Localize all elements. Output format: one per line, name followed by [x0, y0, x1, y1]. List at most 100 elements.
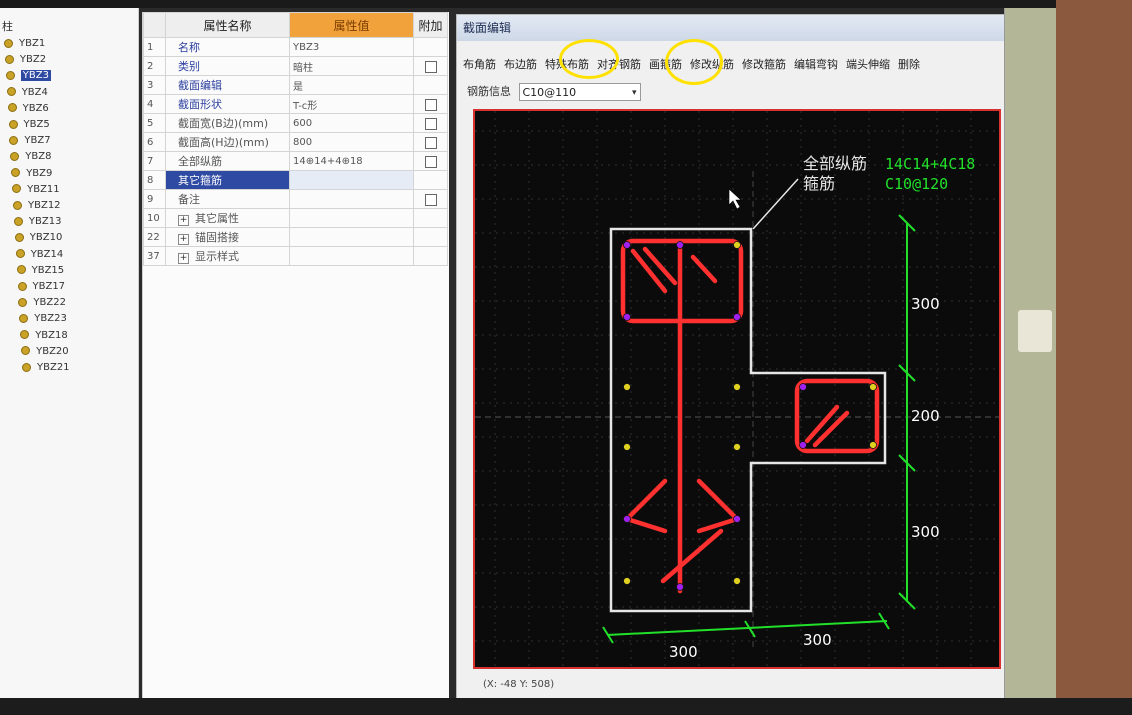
expand-plus-icon[interactable]: + — [178, 234, 189, 245]
tree-item[interactable]: YBZ20 — [21, 344, 69, 360]
property-add-cell[interactable] — [413, 246, 448, 266]
tree-item-label: YBZ14 — [30, 248, 64, 260]
property-row[interactable]: 2 类别 暗柱 — [143, 56, 448, 76]
property-add-cell[interactable] — [413, 37, 448, 57]
toolbar-button[interactable]: 修改箍筋 — [742, 53, 786, 77]
property-value-cell[interactable] — [289, 189, 414, 209]
column-component-icon — [6, 87, 16, 97]
component-tree[interactable]: 柱 YBZ1 YBZ2 YBZ3 YBZ4 YBZ6 YBZ5 YBZ7 YBZ8 YBZ9 YB… — [0, 8, 139, 698]
rebar-dot — [676, 241, 684, 249]
add-checkbox[interactable] — [424, 193, 437, 206]
rebar-dot — [623, 515, 631, 523]
tree-item[interactable]: YBZ13 — [13, 214, 61, 230]
tree-item[interactable]: YBZ21 — [22, 360, 70, 376]
toolbar-button[interactable]: 布边筋 — [504, 53, 537, 77]
dimension-label-right-top: 300 — [911, 295, 940, 313]
property-row[interactable]: 4 截面形状 T-c形 — [143, 94, 448, 114]
section-outline — [609, 227, 887, 613]
property-row[interactable]: 22 + 锚固搭接 — [143, 227, 448, 247]
tree-item[interactable]: YBZ10 — [14, 230, 62, 246]
property-value-cell[interactable]: 800 — [289, 132, 414, 152]
tree-item[interactable]: YBZ4 — [6, 85, 48, 101]
property-row[interactable]: 8 其它箍筋 — [143, 170, 448, 190]
column-component-icon — [17, 281, 27, 291]
property-add-cell[interactable] — [413, 94, 448, 114]
property-row[interactable]: 9 备注 — [143, 189, 448, 209]
property-value-cell[interactable] — [289, 246, 414, 266]
tree-item[interactable]: YBZ7 — [9, 133, 51, 149]
property-add-cell[interactable] — [413, 132, 448, 152]
column-component-icon — [4, 38, 13, 48]
column-component-icon — [15, 249, 25, 259]
property-value-cell[interactable] — [289, 227, 414, 247]
toolbar-button[interactable]: 布角筋 — [463, 53, 496, 77]
property-name: 类别 — [178, 60, 200, 73]
add-checkbox[interactable] — [424, 117, 437, 130]
rebar-dot — [623, 577, 631, 585]
rebar-info-select[interactable]: C10@110 ▾ — [518, 83, 641, 102]
tree-item[interactable]: YBZ11 — [12, 182, 60, 198]
property-row[interactable]: 5 截面宽(B边)(mm) 600 — [143, 113, 448, 133]
property-add-cell[interactable] — [413, 170, 448, 190]
property-value-cell[interactable] — [289, 208, 414, 228]
property-row[interactable]: 3 截面编辑 是 — [143, 75, 448, 95]
property-add-cell[interactable] — [413, 208, 448, 228]
property-name-cell: 截面编辑 — [165, 75, 290, 95]
section-drawing-canvas[interactable]: 全部纵筋 箍筋 14C14+4C18 C10@120 300 200 300 3… — [473, 109, 1001, 669]
property-value-cell[interactable]: YBZ3 — [289, 37, 414, 57]
property-row[interactable]: 37 + 显示样式 — [143, 246, 448, 266]
column-header-add: 附加 — [413, 12, 448, 38]
toolbar-button[interactable]: 删除 — [898, 53, 920, 77]
tree-item[interactable]: YBZ15 — [16, 263, 64, 279]
tree-item[interactable]: YBZ14 — [15, 247, 64, 263]
tree-item[interactable]: YBZ5 — [8, 117, 50, 133]
property-row-index: 6 — [143, 132, 166, 152]
sticker-icon — [1018, 310, 1052, 352]
column-component-icon — [20, 330, 30, 340]
property-value-cell[interactable]: T-c形 — [289, 94, 414, 114]
property-name: 截面高(H边)(mm) — [178, 136, 269, 149]
tree-item[interactable]: YBZ18 — [20, 328, 68, 344]
tree-item[interactable]: YBZ2 — [4, 52, 46, 68]
tree-item[interactable]: YBZ6 — [7, 101, 49, 117]
tree-item[interactable]: YBZ17 — [17, 279, 65, 295]
tree-item[interactable]: YBZ3 — [5, 68, 51, 84]
expand-plus-icon[interactable]: + — [178, 253, 189, 264]
add-checkbox[interactable] — [424, 98, 437, 111]
property-grid[interactable]: 属性名称 属性值 附加 1 名称 YBZ3 2 类别 暗柱 3 截面编辑是 4 截面形状 T-c形 5… — [142, 12, 449, 698]
property-value-cell[interactable]: 600 — [289, 113, 414, 133]
tree-item[interactable]: YBZ23 — [19, 311, 67, 327]
tree-item[interactable]: YBZ22 — [18, 295, 66, 311]
property-row[interactable]: 10 + 其它属性 — [143, 208, 448, 228]
column-component-icon — [21, 346, 31, 356]
property-value-cell[interactable]: 14⊕14+4⊕18 — [289, 151, 414, 171]
tree-item-label: YBZ5 — [23, 119, 50, 130]
property-add-cell[interactable] — [413, 151, 448, 171]
tree-item[interactable]: YBZ12 — [13, 198, 61, 214]
property-row[interactable]: 6 截面高(H边)(mm) 800 — [143, 132, 448, 152]
property-add-cell[interactable] — [413, 113, 448, 133]
add-checkbox[interactable] — [424, 155, 437, 168]
add-checkbox[interactable] — [424, 136, 437, 149]
property-add-cell[interactable] — [413, 56, 448, 76]
tree-item-label: YBZ9 — [26, 167, 53, 179]
property-name: 截面宽(B边)(mm) — [178, 117, 269, 130]
property-add-cell[interactable] — [413, 189, 448, 209]
property-value-cell[interactable]: 暗柱 — [289, 56, 414, 76]
property-row-index: 37 — [143, 246, 166, 266]
toolbar-button[interactable]: 端头伸缩 — [846, 53, 890, 77]
property-row[interactable]: 7 全部纵筋 14⊕14+4⊕18 — [143, 151, 448, 171]
expand-plus-icon[interactable]: + — [178, 215, 189, 226]
property-value-cell[interactable]: 是 — [289, 75, 414, 95]
chevron-down-icon[interactable]: ▾ — [632, 84, 637, 102]
rebar-dot — [733, 313, 741, 321]
toolbar-button[interactable]: 编辑弯钩 — [794, 53, 838, 77]
property-row[interactable]: 1 名称 YBZ3 — [143, 37, 448, 57]
add-checkbox[interactable] — [424, 60, 437, 73]
tree-item[interactable]: YBZ8 — [10, 149, 51, 165]
property-add-cell[interactable] — [413, 227, 448, 247]
property-value-cell[interactable] — [289, 170, 414, 190]
tree-item[interactable]: YBZ1 — [4, 36, 45, 52]
tree-item[interactable]: YBZ9 — [11, 166, 52, 182]
property-add-cell[interactable] — [413, 75, 448, 95]
